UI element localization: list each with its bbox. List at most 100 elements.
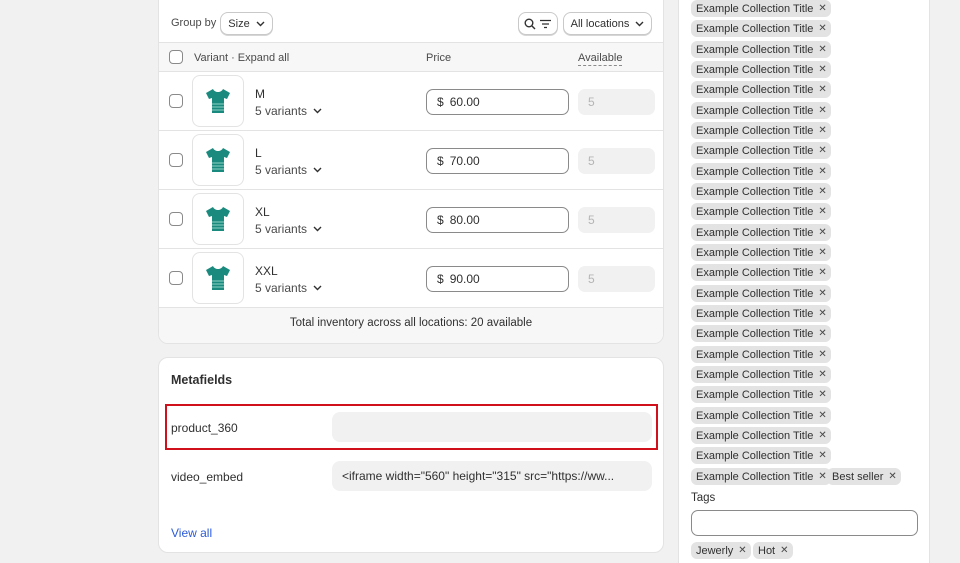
available-input: 5 — [578, 207, 655, 233]
select-all-checkbox[interactable] — [169, 50, 183, 64]
remove-icon[interactable]: ✕ — [818, 64, 826, 75]
tags-label: Tags — [691, 492, 716, 504]
tshirt-icon — [206, 207, 230, 231]
variant-row[interactable]: L 5 variants $ 70.00 5 — [159, 131, 663, 190]
filter-icon — [540, 19, 551, 28]
variant-row[interactable]: XL 5 variants $ 80.00 5 — [159, 190, 663, 249]
collection-tag: Example Collection Title ✕ — [691, 346, 831, 363]
remove-icon[interactable]: ✕ — [818, 166, 826, 177]
chevron-down-icon — [313, 285, 322, 291]
remove-icon[interactable]: ✕ — [818, 349, 826, 360]
collection-tag: Example Collection Title ✕ — [691, 305, 831, 322]
remove-icon[interactable]: ✕ — [818, 450, 826, 461]
remove-icon[interactable]: ✕ — [818, 328, 826, 339]
collection-tag: Example Collection Title ✕ — [691, 427, 831, 444]
collection-tag-label: Example Collection Title — [696, 22, 814, 35]
remove-icon[interactable]: ✕ — [818, 206, 826, 217]
view-all-link[interactable]: View all — [171, 526, 212, 540]
remove-icon[interactable]: ✕ — [738, 545, 746, 556]
tag-chip-label: Jewerly — [696, 544, 734, 557]
variant-count-toggle[interactable]: 5 variants — [255, 222, 322, 236]
collection-tag: Best seller ✕ — [827, 468, 901, 485]
remove-icon[interactable]: ✕ — [818, 288, 826, 299]
collection-tag-label: Example Collection Title — [696, 287, 814, 300]
remove-icon[interactable]: ✕ — [818, 410, 826, 421]
group-by-select[interactable]: Size — [220, 12, 273, 35]
variant-row[interactable]: M 5 variants $ 60.00 5 — [159, 72, 663, 131]
chevron-down-icon — [256, 21, 265, 26]
collection-tag-label: Example Collection Title — [696, 348, 814, 361]
tags-input[interactable] — [691, 510, 918, 536]
tshirt-icon — [206, 89, 230, 113]
collection-tag: Example Collection Title ✕ — [691, 102, 831, 119]
remove-icon[interactable]: ✕ — [818, 308, 826, 319]
remove-icon[interactable]: ✕ — [888, 471, 896, 482]
row-checkbox[interactable] — [169, 271, 183, 285]
currency-symbol: $ — [437, 154, 444, 168]
chevron-down-icon — [635, 21, 644, 26]
locations-select[interactable]: All locations — [563, 12, 652, 35]
available-value: 5 — [588, 272, 595, 286]
collection-tag: Example Collection Title ✕ — [691, 20, 831, 37]
remove-icon[interactable]: ✕ — [818, 369, 826, 380]
product-360-field[interactable] — [332, 412, 652, 442]
remove-icon[interactable]: ✕ — [818, 267, 826, 278]
video-embed-field[interactable]: <iframe width="560" height="315" src="ht… — [332, 461, 652, 491]
row-checkbox[interactable] — [169, 212, 183, 226]
variant-count-toggle[interactable]: 5 variants — [255, 104, 322, 118]
tag-chip-label: Hot — [758, 544, 776, 557]
collection-tag-label: Example Collection Title — [696, 388, 814, 401]
collection-tag: Example Collection Title ✕ — [691, 122, 831, 139]
available-input: 5 — [578, 266, 655, 292]
price-column-header: Price — [426, 52, 452, 64]
variant-count-toggle[interactable]: 5 variants — [255, 163, 322, 177]
metafields-title: Metafields — [171, 373, 233, 387]
remove-icon[interactable]: ✕ — [818, 125, 826, 136]
price-input[interactable]: $ 90.00 — [426, 266, 569, 292]
remove-icon[interactable]: ✕ — [818, 23, 826, 34]
available-column-header[interactable]: Available — [578, 52, 623, 66]
collection-tag: Example Collection Title ✕ — [691, 163, 831, 180]
remove-icon[interactable]: ✕ — [818, 471, 826, 482]
variant-count: 5 variants — [255, 222, 308, 236]
remove-icon[interactable]: ✕ — [818, 44, 826, 55]
remove-icon[interactable]: ✕ — [818, 247, 826, 258]
variant-count-toggle[interactable]: 5 variants — [255, 281, 322, 295]
remove-icon[interactable]: ✕ — [818, 186, 826, 197]
product-thumbnail — [192, 134, 244, 186]
collection-tag-label: Example Collection Title — [696, 63, 814, 76]
remove-icon[interactable]: ✕ — [818, 389, 826, 400]
collection-tag-label: Example Collection Title — [696, 246, 814, 259]
tshirt-icon — [206, 148, 230, 172]
row-checkbox[interactable] — [169, 94, 183, 108]
collection-tag: Example Collection Title ✕ — [691, 386, 831, 403]
chevron-down-icon — [313, 167, 322, 173]
remove-icon[interactable]: ✕ — [818, 3, 826, 14]
remove-icon[interactable]: ✕ — [818, 84, 826, 95]
remove-icon[interactable]: ✕ — [818, 227, 826, 238]
variant-name: XXL — [255, 264, 278, 278]
variant-name: L — [255, 146, 262, 160]
available-value: 5 — [588, 154, 595, 168]
variant-row[interactable]: XXL 5 variants $ 90.00 5 — [159, 249, 663, 308]
collection-tag-label: Example Collection Title — [696, 307, 814, 320]
collection-tag: Example Collection Title ✕ — [691, 244, 831, 261]
price-input[interactable]: $ 80.00 — [426, 207, 569, 233]
collection-tag: Example Collection Title ✕ — [691, 468, 831, 485]
price-value: 70.00 — [449, 154, 480, 168]
remove-icon[interactable]: ✕ — [818, 145, 826, 156]
price-input[interactable]: $ 70.00 — [426, 148, 569, 174]
price-input[interactable]: $ 60.00 — [426, 89, 569, 115]
collection-tag: Example Collection Title ✕ — [691, 0, 831, 17]
row-checkbox[interactable] — [169, 153, 183, 167]
collection-tag: Example Collection Title ✕ — [691, 224, 831, 241]
group-by-value: Size — [228, 17, 250, 30]
remove-icon[interactable]: ✕ — [818, 105, 826, 116]
price-value: 80.00 — [449, 213, 480, 227]
remove-icon[interactable]: ✕ — [818, 430, 826, 441]
remove-icon[interactable]: ✕ — [780, 545, 788, 556]
search-filter-button[interactable] — [518, 12, 558, 35]
available-value: 5 — [588, 213, 595, 227]
variant-column-header[interactable]: Variant · Expand all — [194, 52, 289, 64]
collection-tag: Example Collection Title ✕ — [691, 142, 831, 159]
